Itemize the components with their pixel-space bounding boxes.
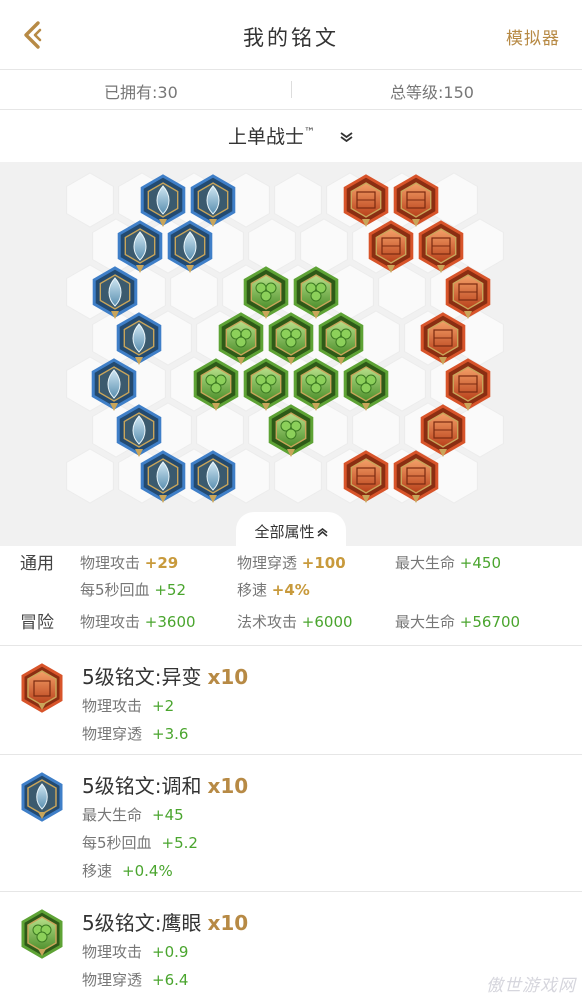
attr-item: 法术攻击 +6000 bbox=[237, 613, 353, 631]
owned-count: 已拥有:30 bbox=[104, 83, 178, 102]
rune-entry-tiaohe[interactable]: 5级铭文:调和 x10 最大生命 +45 每5秒回血 +5.2 移速 +0.4% bbox=[0, 756, 582, 892]
rune-count: x10 bbox=[207, 774, 249, 798]
trademark-mark: ™ bbox=[304, 125, 316, 139]
rune-page-label: 上单战士 bbox=[228, 126, 305, 148]
chevron-up-icon bbox=[316, 527, 328, 537]
blue-rune-icon bbox=[21, 772, 63, 822]
rune-stat: 物理穿透 +6.4 bbox=[82, 971, 189, 989]
attr-item: 物理穿透 +100 bbox=[237, 554, 346, 572]
rune-name: 5级铭文:异变 x10 bbox=[82, 665, 249, 689]
simulator-button[interactable]: 模拟器 bbox=[506, 24, 560, 49]
rune-count: x10 bbox=[207, 911, 249, 935]
empty-rune-slot[interactable] bbox=[66, 172, 114, 228]
red-rune-icon bbox=[21, 663, 63, 713]
rune-page-name[interactable]: 上单战士™ bbox=[228, 122, 315, 149]
empty-rune-slot[interactable] bbox=[274, 172, 322, 228]
empty-rune-slot[interactable] bbox=[196, 402, 244, 458]
rune-stat: 移速 +0.4% bbox=[82, 862, 173, 880]
chevron-down-icon[interactable] bbox=[340, 132, 353, 142]
attr-item: 物理攻击 +29 bbox=[80, 554, 179, 572]
attr-item: 最大生命 +450 bbox=[395, 554, 501, 572]
rune-entry-yibian[interactable]: 5级铭文:异变 x10 物理攻击 +2 物理穿透 +3.6 bbox=[0, 647, 582, 755]
adventure-category-label: 冒险 bbox=[20, 613, 54, 633]
empty-rune-slot[interactable] bbox=[66, 448, 114, 504]
rune-name: 5级铭文:鹰眼 x10 bbox=[82, 911, 249, 935]
empty-rune-slot[interactable] bbox=[170, 264, 218, 320]
stats-divider bbox=[291, 81, 292, 98]
empty-rune-slot[interactable] bbox=[378, 264, 426, 320]
rune-stat: 物理穿透 +3.6 bbox=[82, 725, 189, 743]
attr-item: 每5秒回血 +52 bbox=[80, 581, 186, 599]
green-rune-icon bbox=[21, 909, 63, 959]
empty-rune-slot[interactable] bbox=[456, 218, 504, 274]
general-category-label: 通用 bbox=[20, 554, 54, 574]
rune-name: 5级铭文:调和 x10 bbox=[82, 774, 249, 798]
empty-rune-slot[interactable] bbox=[352, 402, 400, 458]
rune-count: x10 bbox=[207, 665, 249, 689]
all-attributes-toggle[interactable]: 全部属性 bbox=[236, 512, 346, 546]
all-attributes-label: 全部属性 bbox=[254, 523, 315, 541]
empty-rune-slot[interactable] bbox=[248, 218, 296, 274]
rune-board-canvas bbox=[66, 172, 504, 504]
empty-rune-slot[interactable] bbox=[274, 448, 322, 504]
attr-item: 移速 +4% bbox=[237, 581, 310, 599]
attribute-summary: 通用 物理攻击 +29 物理穿透 +100 最大生命 +450 每5秒回血 +5… bbox=[0, 546, 582, 646]
rune-stat: 物理攻击 +0.9 bbox=[82, 943, 189, 961]
rune-board: 全部属性 bbox=[0, 162, 582, 546]
rune-stat: 每5秒回血 +5.2 bbox=[82, 834, 198, 852]
rune-page-selector[interactable]: 上单战士™ bbox=[0, 110, 582, 162]
empty-rune-slot[interactable] bbox=[300, 218, 348, 274]
watermark: 傲世游戏网 bbox=[486, 976, 576, 996]
attr-item: 物理攻击 +3600 bbox=[80, 613, 196, 631]
rune-stat: 物理攻击 +2 bbox=[82, 697, 175, 715]
page-title: 我的铭文 bbox=[243, 26, 339, 50]
attr-item: 最大生命 +56700 bbox=[395, 613, 521, 631]
stats-bar: 已拥有:30 总等级:150 bbox=[0, 70, 582, 110]
header-bar: 我的铭文 模拟器 bbox=[0, 0, 582, 70]
rune-stat: 最大生命 +45 bbox=[82, 806, 184, 824]
total-level: 总等级:150 bbox=[390, 83, 474, 102]
